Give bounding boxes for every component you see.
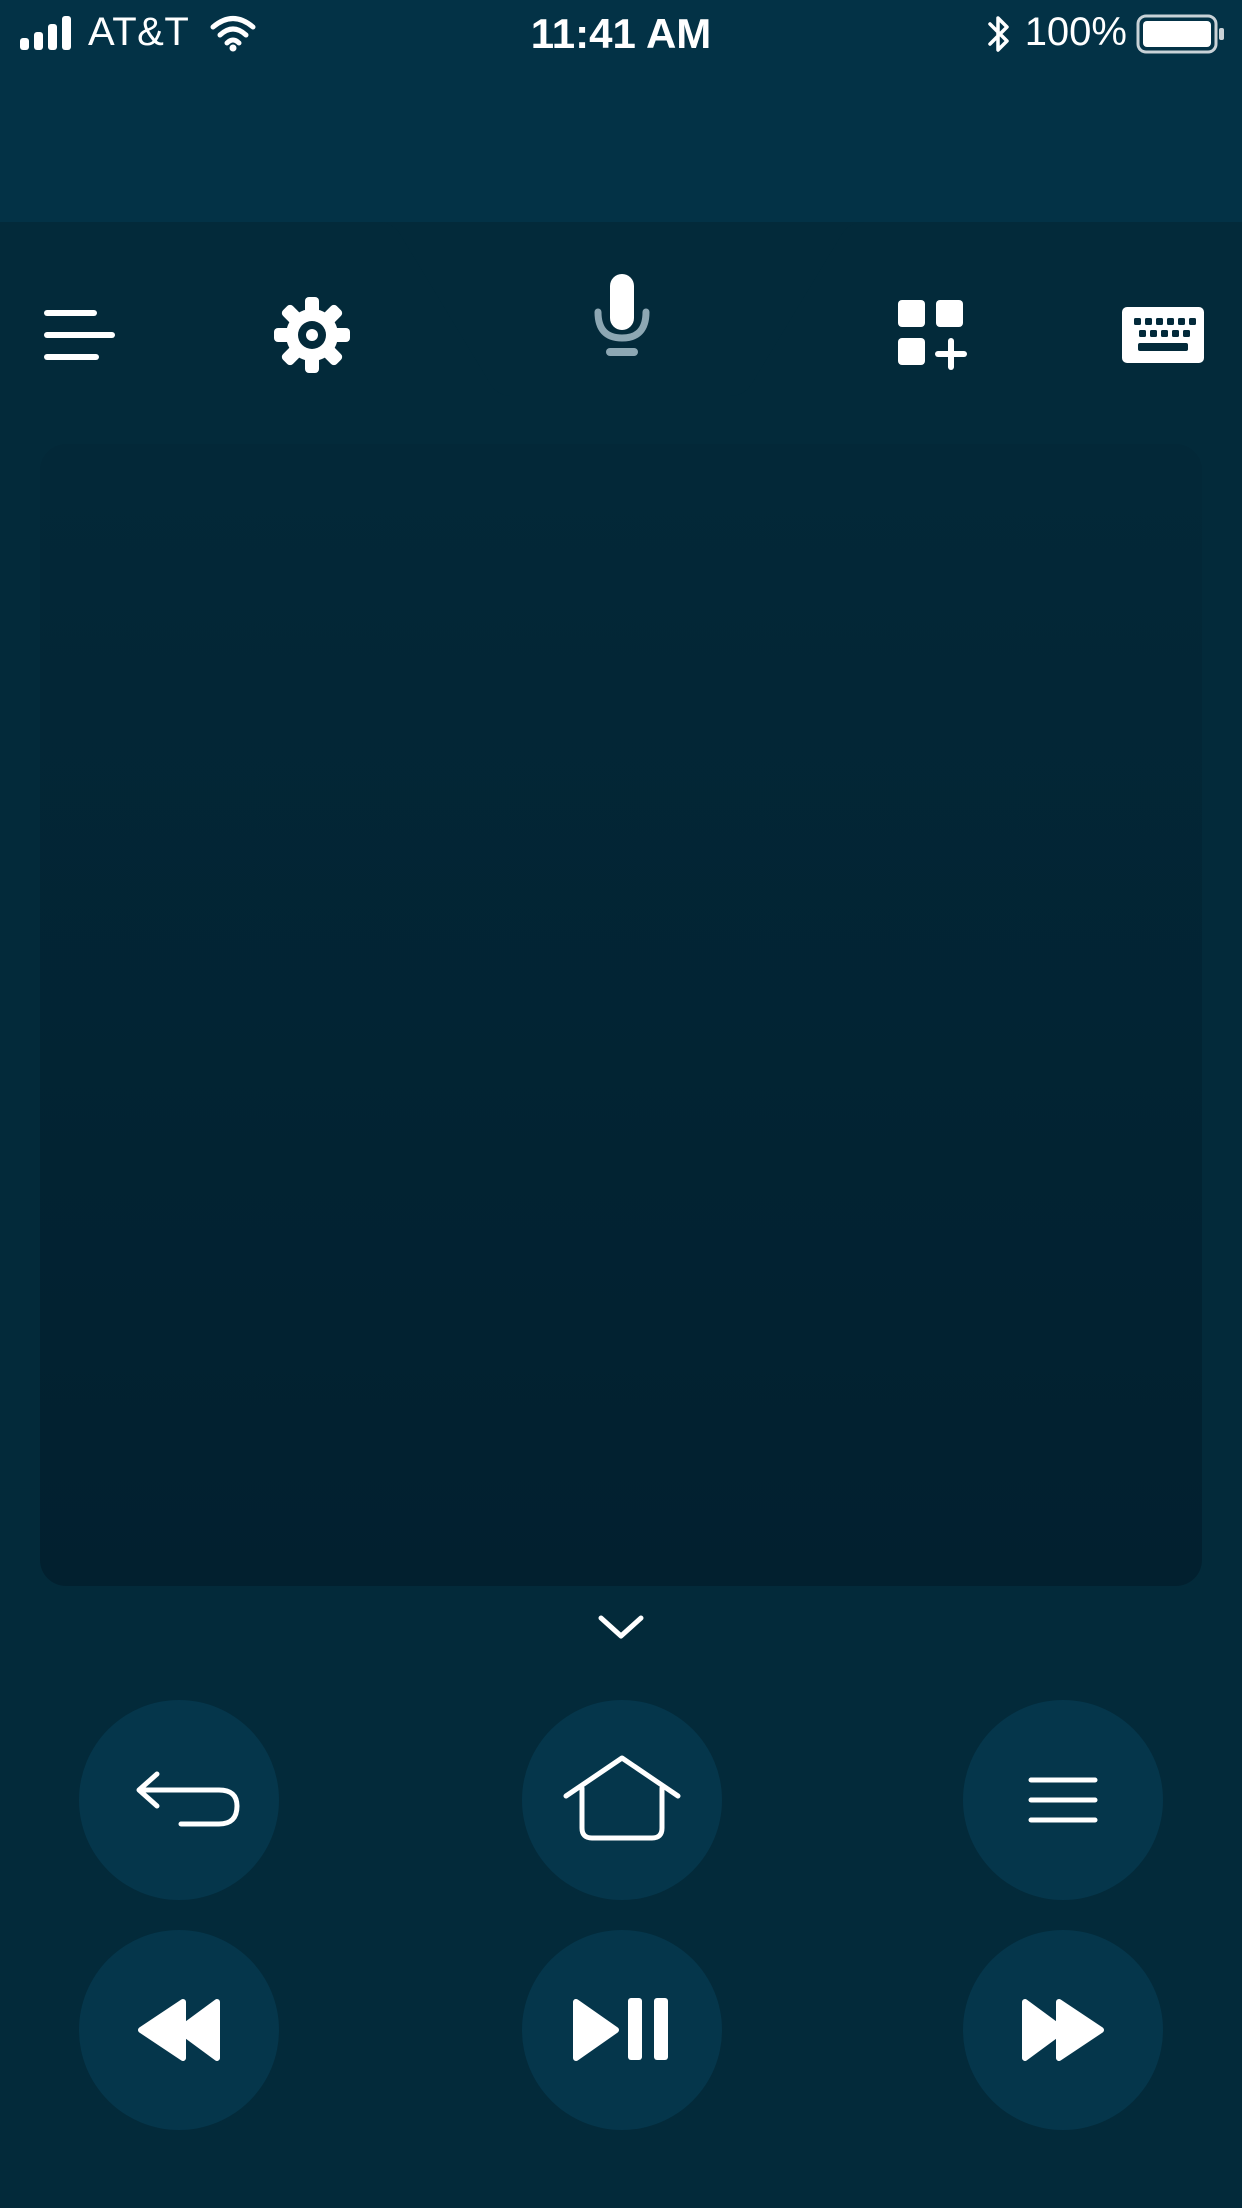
remote-screen: AT&T 11:41 AM 100% [0, 0, 1242, 2208]
status-bar: AT&T 11:41 AM 100% [0, 0, 1242, 70]
play-pause-button[interactable] [522, 1930, 722, 2130]
chevron-down-icon[interactable] [596, 1610, 646, 1644]
hamburger-left-icon[interactable] [44, 308, 116, 362]
microphone-icon[interactable] [592, 272, 652, 360]
battery-icon [1136, 14, 1224, 54]
battery-percent: 100% [1024, 10, 1127, 54]
trackpad[interactable] [40, 444, 1202, 1586]
back-button[interactable] [79, 1700, 279, 1900]
rewind-button[interactable] [79, 1930, 279, 2130]
keyboard-icon[interactable] [1122, 307, 1204, 363]
home-icon [563, 1755, 681, 1841]
fast-forward-button[interactable] [963, 1930, 1163, 2130]
add-app-grid-icon[interactable] [898, 300, 968, 370]
home-button[interactable] [522, 1700, 722, 1900]
play-pause-icon [573, 1998, 668, 2061]
menu-button[interactable] [963, 1700, 1163, 1900]
back-arrow-icon [136, 1771, 240, 1827]
bluetooth-icon [988, 16, 1009, 52]
gear-icon[interactable] [272, 295, 352, 375]
menu-lines-icon [1028, 1777, 1098, 1823]
rewind-icon [138, 1999, 220, 2061]
fast-forward-icon [1022, 1999, 1104, 2061]
